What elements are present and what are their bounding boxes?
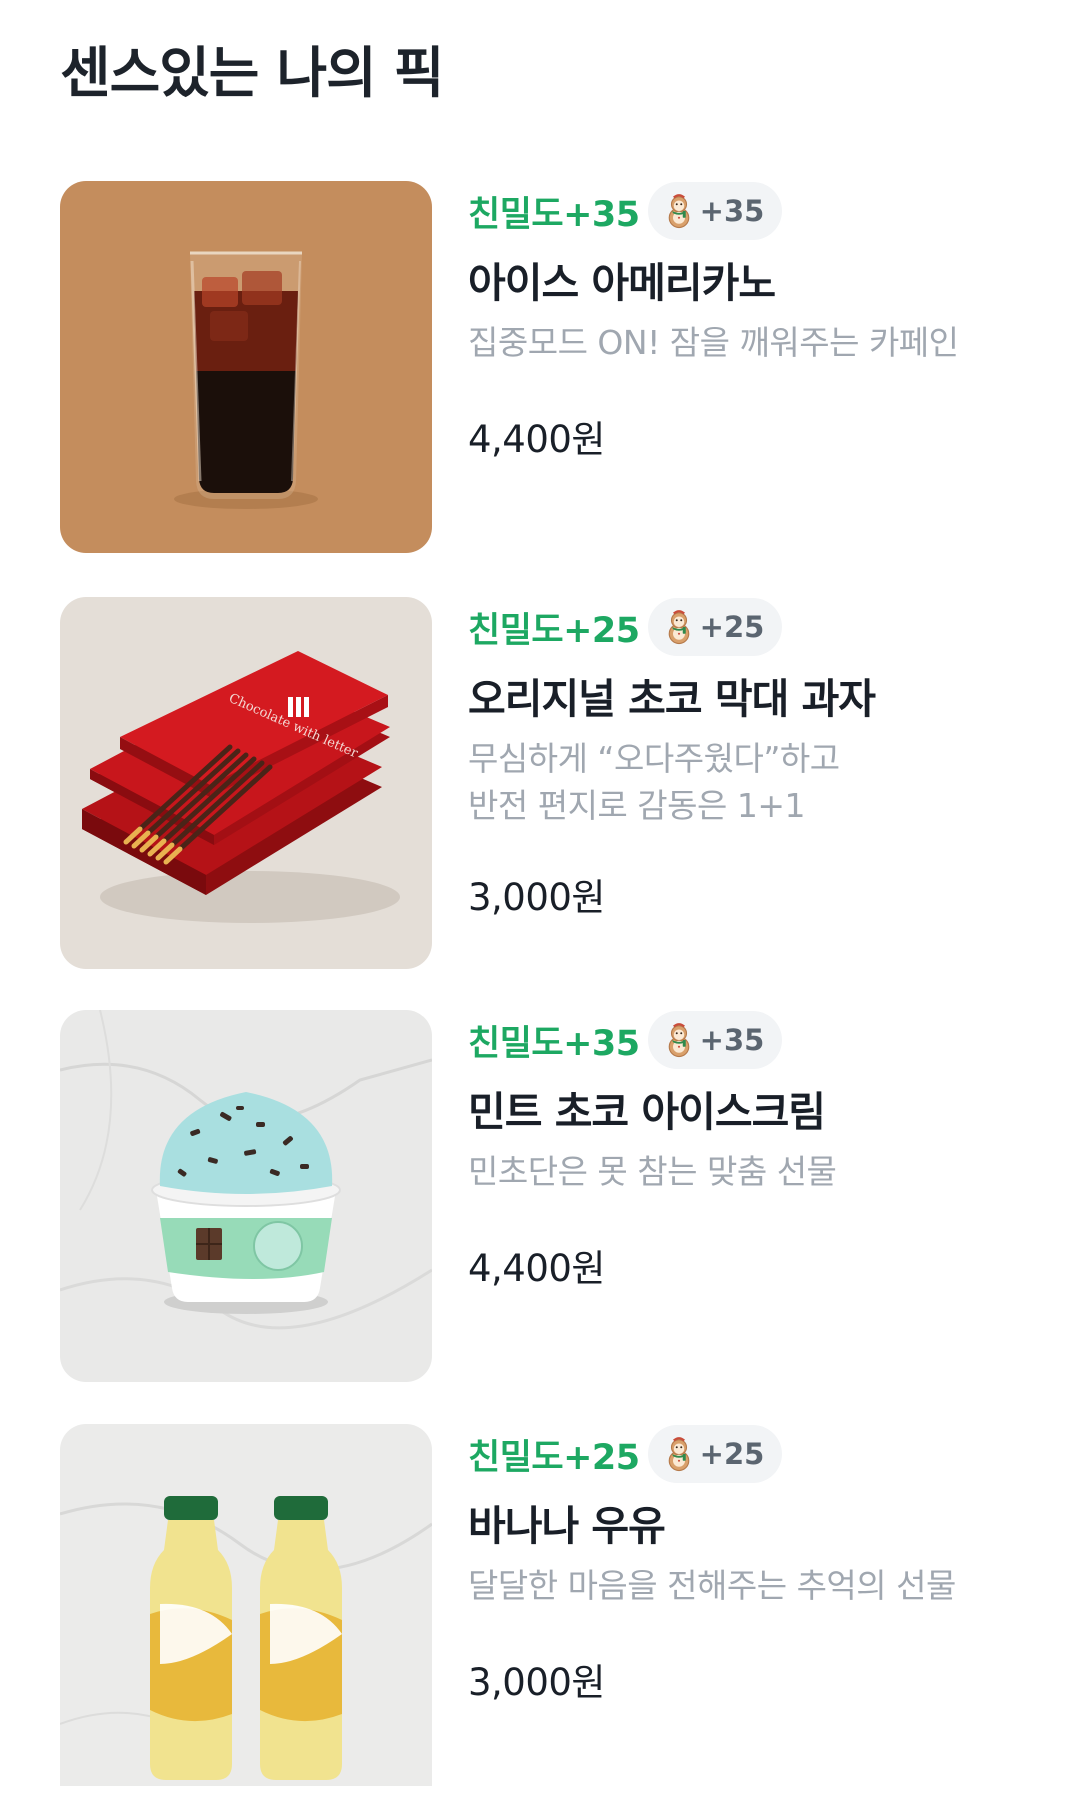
product-price: 3,000원	[468, 876, 605, 919]
point-value: +25	[699, 610, 765, 644]
affinity-label: 친밀도+35	[468, 1023, 640, 1064]
snowman-cookie-icon	[664, 608, 694, 646]
description-line: 달달한 마음을 전해주는 추억의 선물	[468, 1566, 956, 1605]
banana-milk-image	[60, 1424, 432, 1786]
point-value: +35	[699, 1023, 765, 1057]
affinity-row: 친밀도+35 +35	[468, 181, 783, 241]
description-line: 집중모드 ON! 잠을 깨워주는 카페인	[468, 323, 959, 362]
point-value: +25	[699, 1437, 765, 1471]
product-description: 달달한 마음을 전해주는 추억의 선물	[468, 1562, 1068, 1609]
point-value: +35	[699, 194, 765, 228]
snowman-cookie-icon	[664, 1435, 694, 1473]
affinity-label: 친밀도+35	[468, 194, 640, 235]
description-line: 반전 편지로 감동은 1+1	[468, 786, 806, 825]
section-title: 센스있는 나의 픽	[60, 41, 444, 105]
product-name: 민트 초코 아이스크림	[468, 1088, 826, 1136]
affinity-row: 친밀도+25 +25	[468, 1424, 783, 1484]
product-description: 집중모드 ON! 잠을 깨워주는 카페인	[468, 319, 1068, 366]
affinity-label: 친밀도+25	[468, 610, 640, 651]
product-name: 아이스 아메리카노	[468, 259, 776, 307]
affinity-row: 친밀도+25 +25	[468, 597, 783, 657]
affinity-label: 친밀도+25	[468, 1437, 640, 1478]
product-card-chocolate-stick[interactable]: Chocolate with letter 친밀도+25 +25 오리지널 초코…	[60, 597, 1040, 971]
description-line: 민초단은 못 참는 맞춤 선물	[468, 1152, 837, 1191]
mint-choco-ice-cream-image	[60, 1010, 432, 1382]
iced-americano-image	[60, 181, 432, 553]
product-description: 무심하게 “오다주웠다”하고 반전 편지로 감동은 1+1	[468, 735, 1068, 829]
point-chip: +25	[647, 1425, 783, 1483]
product-price: 4,400원	[468, 418, 605, 461]
description-line: 무심하게 “오다주웠다”하고	[468, 739, 840, 778]
point-chip: +35	[647, 182, 783, 240]
product-card-banana-milk[interactable]: 친밀도+25 +25 바나나 우유 달달한 마음을 전해주는 추억의 선물 3,…	[60, 1424, 1040, 1798]
product-name: 오리지널 초코 막대 과자	[468, 675, 876, 723]
product-card-mint-choco-ice-cream[interactable]: 친밀도+35 +35 민트 초코 아이스크림 민초단은 못 참는 맞춤 선물 4…	[60, 1010, 1040, 1384]
product-price: 4,400원	[468, 1247, 605, 1290]
chocolate-stick-snack-image: Chocolate with letter	[60, 597, 432, 969]
point-chip: +25	[647, 598, 783, 656]
product-card-iced-americano[interactable]: 친밀도+35 +35 아이스 아메리카노 집중모드 ON! 잠을 깨워주는 카페…	[60, 181, 1040, 555]
affinity-row: 친밀도+35 +35	[468, 1010, 783, 1070]
product-description: 민초단은 못 참는 맞춤 선물	[468, 1148, 1068, 1195]
snowman-cookie-icon	[664, 1021, 694, 1059]
snowman-cookie-icon	[664, 192, 694, 230]
product-price: 3,000원	[468, 1661, 605, 1704]
product-name: 바나나 우유	[468, 1502, 666, 1550]
point-chip: +35	[647, 1011, 783, 1069]
